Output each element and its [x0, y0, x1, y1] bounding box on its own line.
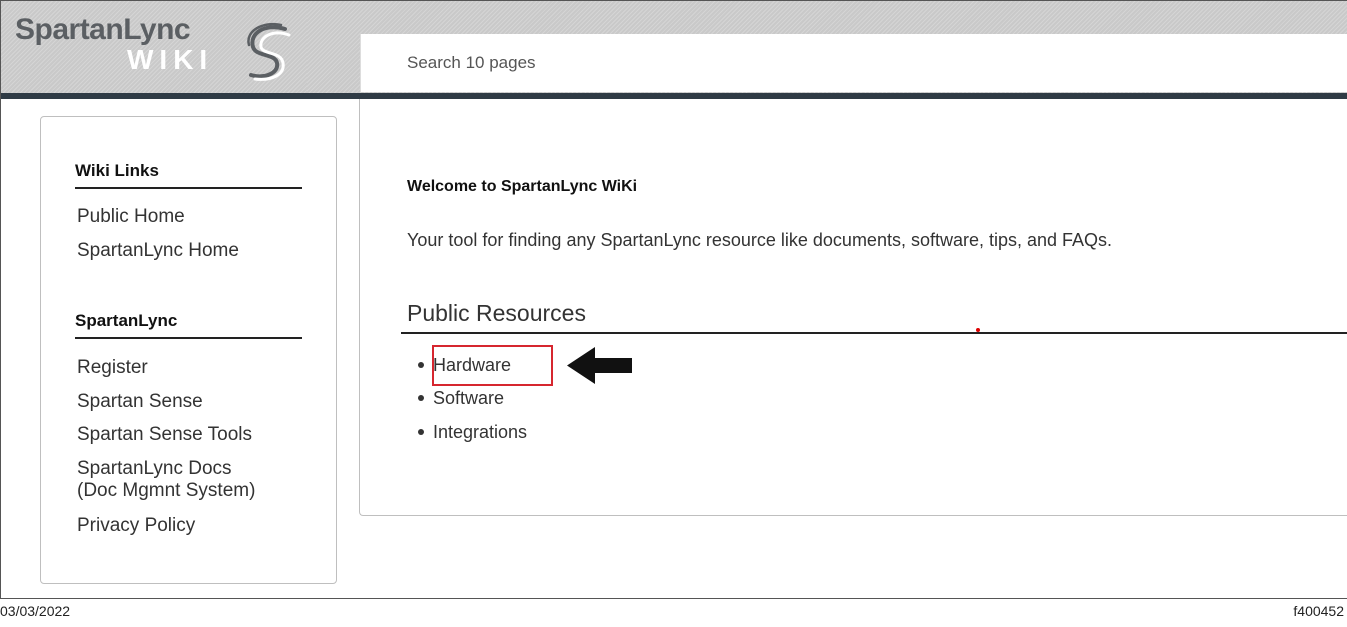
resource-item-hardware: Hardware	[418, 354, 511, 376]
bullet-icon	[418, 361, 424, 368]
sidebar-link-privacy-policy[interactable]: Privacy Policy	[77, 515, 195, 537]
sidebar-link-doc-mgmnt-system[interactable]: (Doc Mgmnt System)	[77, 480, 255, 502]
sidebar-link-spartanlync-home[interactable]: SpartanLync Home	[77, 240, 239, 262]
logo-text-sub: WIKI	[127, 44, 214, 75]
pointer-arrow-icon	[567, 347, 632, 384]
search-input[interactable]	[407, 34, 1307, 92]
sidebar-link-register[interactable]: Register	[77, 357, 148, 379]
sidebar-heading-spartanlync: SpartanLync	[75, 311, 302, 339]
bullet-icon	[418, 428, 424, 435]
resource-link-integrations[interactable]: Integrations	[433, 422, 527, 442]
footer-figure-id: f400452	[1293, 603, 1344, 619]
resource-link-hardware[interactable]: Hardware	[433, 355, 511, 375]
welcome-description: Your tool for finding any SpartanLync re…	[407, 230, 1113, 250]
swirl-logo-icon	[247, 22, 291, 81]
sidebar: Wiki Links Public Home SpartanLync Home …	[40, 116, 337, 584]
resource-item-software: Software	[418, 387, 504, 409]
welcome-title: Welcome to SpartanLync WiKi	[407, 178, 638, 195]
footer-date: 03/03/2022	[0, 603, 71, 619]
sidebar-link-spartan-sense[interactable]: Spartan Sense	[77, 391, 203, 413]
resource-link-software[interactable]: Software	[433, 388, 504, 408]
search-box[interactable]	[360, 34, 1347, 92]
sidebar-link-spartan-sense-tools[interactable]: Spartan Sense Tools	[77, 424, 252, 446]
header: SpartanLync WIKI	[1, 1, 1347, 99]
resource-item-integrations: Integrations	[418, 421, 527, 443]
logo-text-main: SpartanLync	[15, 13, 191, 46]
section-title-public-resources: Public Resources	[407, 300, 586, 326]
section-divider	[401, 332, 1347, 334]
bullet-icon	[418, 394, 424, 401]
sidebar-heading-wiki-links: Wiki Links	[75, 161, 302, 189]
sidebar-link-public-home[interactable]: Public Home	[77, 206, 185, 228]
red-dot-mark	[976, 328, 980, 332]
page-frame: SpartanLync WIKI Wiki Links Public Home …	[0, 0, 1347, 599]
logo[interactable]: SpartanLync WIKI	[1, 1, 307, 93]
sidebar-link-spartanlync-docs[interactable]: SpartanLync Docs	[77, 458, 232, 480]
